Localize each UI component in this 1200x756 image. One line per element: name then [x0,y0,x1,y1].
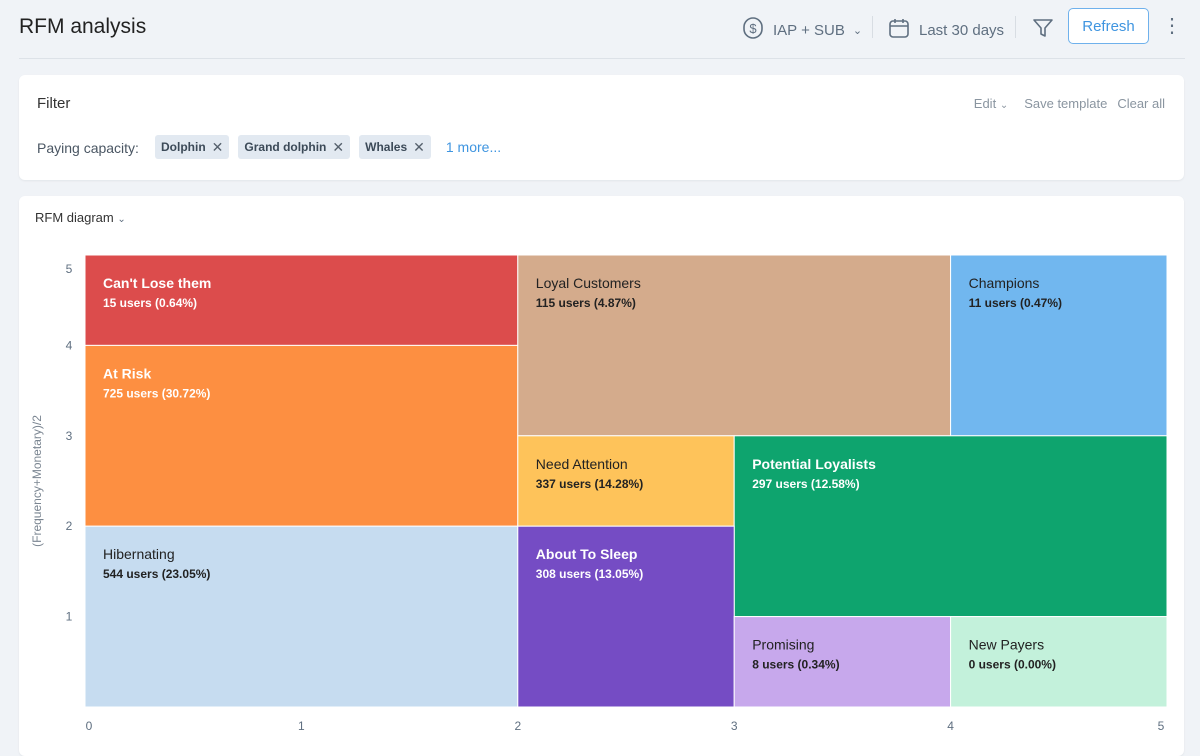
rfm-treemap: Can't Lose them 15 users (0.64%) At Risk 72… [30,254,1168,733]
segment-users: 725 users (30.72%) [103,386,210,400]
segment-users: 337 users (14.28%) [536,477,643,491]
chip-label: Whales [365,140,408,154]
y-tick-label: 4 [66,338,73,352]
segment-users: 0 users (0.00%) [969,658,1056,672]
segment-name: At Risk [103,365,151,381]
segment-users: 8 users (0.34%) [752,658,839,672]
chip-label: Grand dolphin [244,140,327,154]
save-template-button[interactable]: Save template [1024,96,1107,111]
clear-all-button[interactable]: Clear all [1117,96,1165,111]
refresh-button[interactable]: Refresh [1068,8,1149,44]
revenue-type-dropdown[interactable]: $ IAP + SUB ⌄ [741,16,862,44]
filter-chip[interactable]: Grand dolphin ✕ [238,135,351,159]
page-header: RFM analysis $ IAP + SUB ⌄ Last 30 days … [0,0,1200,58]
x-tick-label: 5 [1158,719,1165,733]
segment-name: Loyal Customers [536,275,641,291]
dollar-icon: $ [741,16,765,44]
segment-name: Promising [752,637,814,653]
revenue-type-label: IAP + SUB [773,21,845,39]
x-tick-label: 3 [731,719,738,733]
segment-users: 297 users (12.58%) [752,477,859,491]
y-axis-label: (Frequency+Monetary)/2 [30,415,44,547]
y-tick-label: 1 [66,610,73,624]
segment-users: 308 users (13.05%) [536,567,643,581]
segment-name: About To Sleep [536,546,638,562]
segment-name: Need Attention [536,456,628,472]
filter-chip[interactable]: Whales ✕ [359,135,431,159]
segment-name: Hibernating [103,546,175,562]
rfm-chart-card: RFM diagram ⌄ Can't Lose them 15 users (0… [19,196,1184,756]
segment-users: 11 users (0.47%) [969,296,1062,310]
close-icon[interactable]: ✕ [332,139,344,156]
more-options-icon[interactable]: ⋮ [1162,14,1182,40]
date-range-label: Last 30 days [919,21,1005,39]
svg-text:$: $ [749,21,757,36]
paying-capacity-label: Paying capacity: [37,140,139,156]
divider [872,16,873,38]
page-title: RFM analysis [19,15,147,38]
close-icon[interactable]: ✕ [413,139,425,156]
segment-users: 115 users (4.87%) [536,296,636,310]
filter-title: Filter [37,95,71,112]
segment-users: 15 users (0.64%) [103,296,197,310]
y-tick-label: 5 [66,262,73,276]
x-tick-label: 0 [86,719,93,733]
segment-name: Potential Loyalists [752,456,876,472]
filter-icon-button[interactable] [1031,16,1055,44]
chevron-down-icon: ⌄ [999,100,1009,111]
filter-panel: Filter Edit ⌄ Save template Clear all Pa… [19,75,1184,180]
funnel-icon [1031,16,1055,44]
filter-chip[interactable]: Dolphin ✕ [155,135,230,159]
close-icon[interactable]: ✕ [212,139,224,156]
header-divider [19,58,1185,59]
segment-name: Can't Lose them [103,275,211,291]
more-filters-link[interactable]: 1 more... [446,139,501,155]
y-tick-label: 2 [66,519,73,533]
divider [1015,16,1016,38]
x-tick-label: 2 [514,719,521,733]
chip-label: Dolphin [161,140,206,154]
edit-button[interactable]: Edit ⌄ [974,96,1008,111]
segment-name: New Payers [969,637,1044,653]
edit-label: Edit [973,96,997,111]
y-tick-label: 3 [66,429,73,443]
x-tick-label: 1 [298,719,305,733]
segment-name: Champions [969,275,1040,291]
segment-users: 544 users (23.05%) [103,567,210,581]
chevron-down-icon: ⌄ [852,24,863,37]
date-range-picker[interactable]: Last 30 days [887,16,1004,44]
calendar-icon [887,16,911,44]
x-tick-label: 4 [947,719,954,733]
